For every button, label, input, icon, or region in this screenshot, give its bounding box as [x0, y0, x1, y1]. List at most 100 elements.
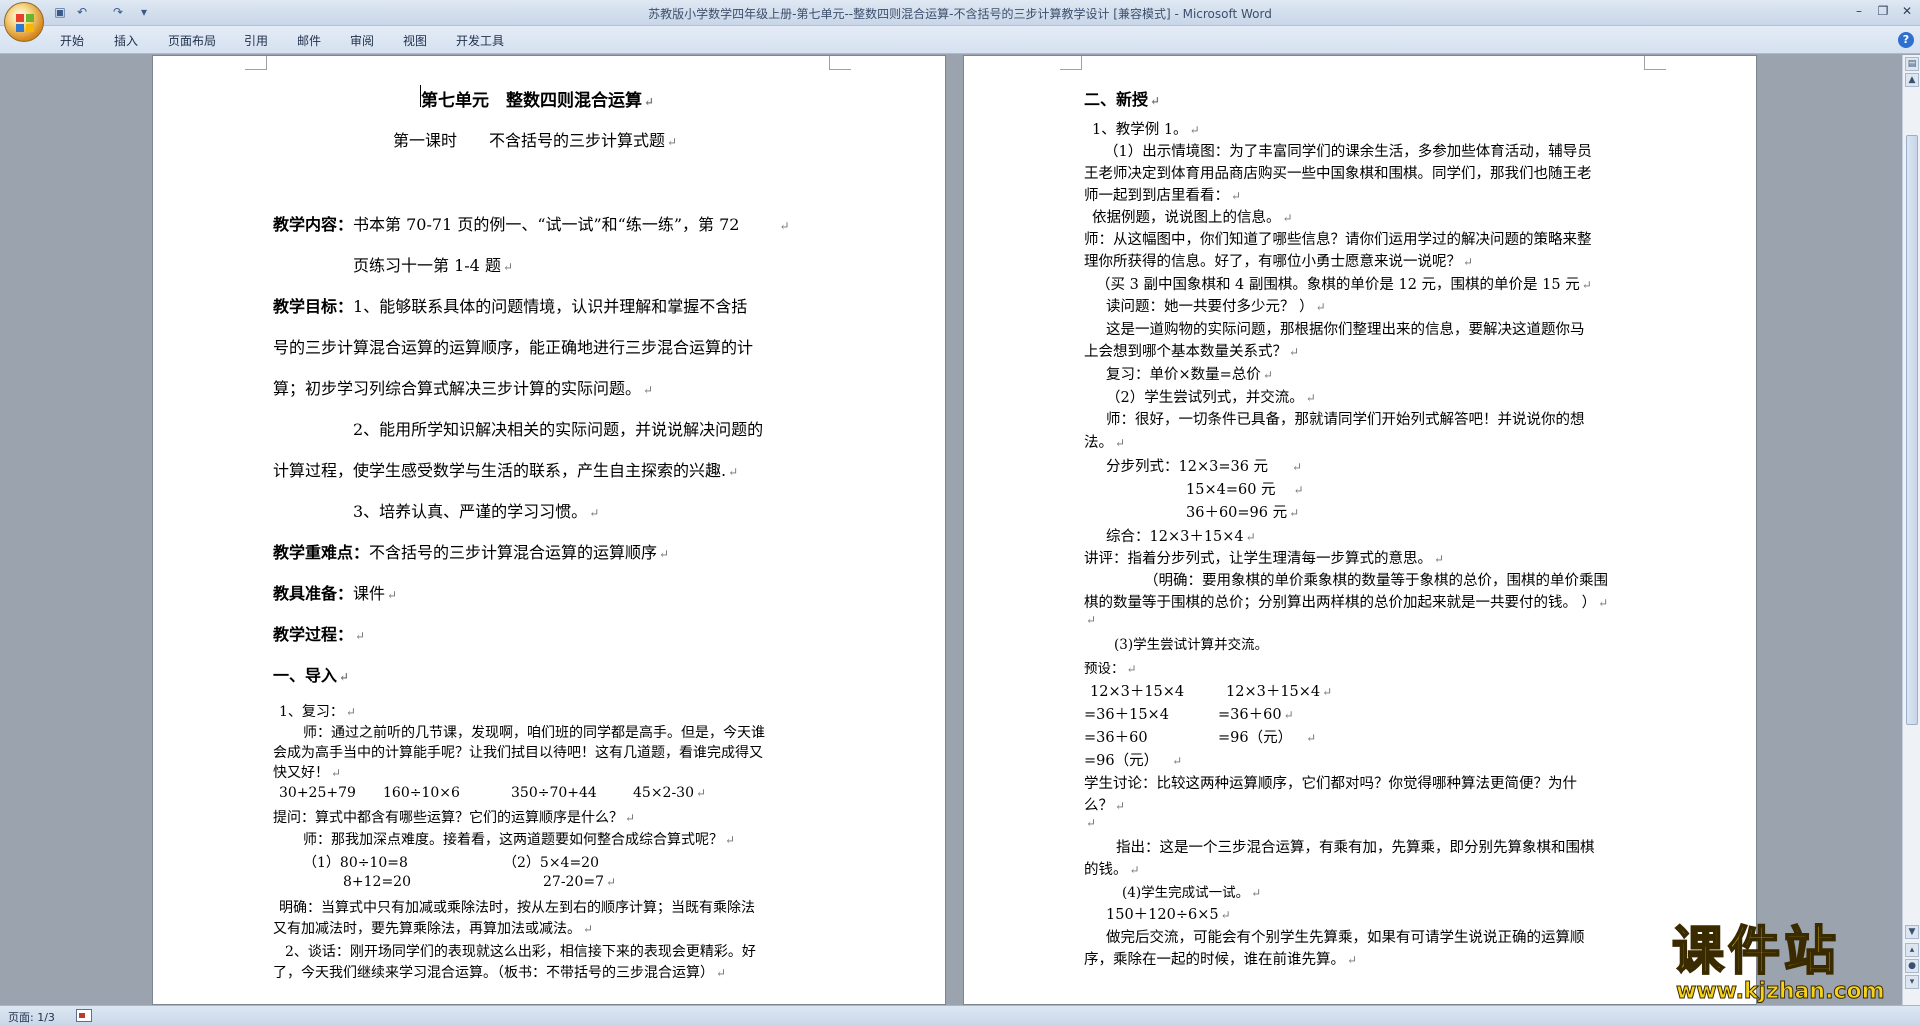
- title-bar: ▣ ↶ ↷ ▾ 苏教版小学数学四年级上册-第七单元--整数四则混合运算-不含括号…: [0, 0, 1920, 26]
- margin-corner: [1644, 56, 1666, 70]
- lesson-line: 师一起到到店里看看： ↵: [1084, 188, 1242, 204]
- document-page-2[interactable]: 二、新授 ↵ 1、教学例 1。 ↵ （1）出示情境图：为了丰富同学们的课余生活，多参…: [963, 55, 1757, 1005]
- scroll-down-icon[interactable]: ▼: [1905, 925, 1919, 939]
- teaching-goal-1b: 号的三步计算混合运算的运算顺序，能正确地进行三步混合运算的计: [273, 338, 754, 357]
- vertical-scrollbar[interactable]: ▤ ▲ ▼ ▴ ● ▾: [1902, 55, 1920, 1005]
- lesson-line: 师：很好，一切条件已具备，那就请同学们开始列式解答吧！并说说你的想: [1106, 412, 1585, 428]
- exercise-item: 45×2-30 ↵: [633, 785, 707, 801]
- lesson-line: 150＋120÷6×5 ↵: [1106, 907, 1231, 923]
- teacher-line: 师：通过之前听的几节课，发现啊，咱们班的同学都是高手。但是，今天谁: [303, 725, 765, 741]
- lesson-line: 指出：这是一个三步混合运算，有乘有加，先算乘，即分别先算象棋和围棋: [1116, 840, 1595, 856]
- close-button[interactable]: ✕: [1896, 2, 1918, 20]
- calc-step: 12×3＋15×4 ↵: [1226, 684, 1333, 700]
- teaching-goal-2b: 计算过程，使学生感受数学与生活的联系，产生自主探索的兴趣. ↵: [273, 461, 739, 480]
- example-heading: 1、教学例 1。 ↵: [1092, 122, 1200, 138]
- teaching-goal-1: 教学目标：1、能够联系具体的问题情境，认识并理解和掌握不含括: [273, 297, 748, 316]
- lesson-line: 做完后交流，可能会有个别学生先算乘，如果有可请学生说说正确的运算顺: [1106, 930, 1585, 946]
- paragraph-mark: ↵: [1086, 816, 1097, 830]
- status-bar: 页面: 1/3: [0, 1005, 1920, 1025]
- teacher-line: 快又好！ ↵: [273, 765, 342, 781]
- teacher-line: 会成为高手当中的计算能手呢？让我们拭目以待吧！这有几道题，看谁完成得又: [273, 745, 763, 761]
- lesson-line: （2）学生尝试列式，并交流。 ↵: [1106, 390, 1316, 406]
- tab-home[interactable]: 开始: [60, 32, 84, 49]
- teaching-prep: 教具准备：课件 ↵: [273, 584, 398, 603]
- margin-corner: [245, 56, 267, 70]
- window-title: 苏教版小学数学四年级上册-第七单元--整数四则混合运算-不含括号的三步计算教学设…: [648, 7, 1272, 21]
- lesson-line: 序，乘除在一起的时候，谁在前谁先算。 ↵: [1084, 952, 1358, 968]
- margin-corner: [829, 56, 851, 70]
- combo-item: 8+12=20: [343, 874, 411, 890]
- lesson-line: 上会想到哪个基本数量关系式？ ↵: [1084, 344, 1300, 360]
- exercise-item: 160÷10×6: [383, 785, 460, 801]
- lesson-line: (3)学生尝试计算并交流。: [1114, 637, 1269, 653]
- exercise-item: 30+25+79: [279, 785, 356, 801]
- help-icon[interactable]: ?: [1898, 32, 1914, 48]
- document-workspace: 第七单元 整数四则混合运算 ↵ 第一课时 不含括号的三步计算式题 ↵ 教学内容：书本…: [0, 55, 1902, 1005]
- scroll-up-icon[interactable]: ▲: [1905, 73, 1919, 87]
- clarify-line: 明确：当算式中只有加减或乘除法时，按从左到右的顺序计算；当既有乘除法: [279, 900, 755, 916]
- site-watermark: 课件站 www.kjzhan.com: [1671, 922, 1902, 1005]
- margin-corner: [1060, 56, 1082, 70]
- lesson-line: 棋的数量等于围棋的总价；分别算出两样棋的总价加起来就是一共要付的钱。 ） ↵: [1084, 595, 1609, 611]
- lesson-line: 依据例题，说说图上的信息。 ↵: [1092, 210, 1293, 226]
- tab-view[interactable]: 视图: [403, 32, 427, 49]
- calc-step: 12×3＋15×4: [1090, 684, 1185, 700]
- tab-developer[interactable]: 开发工具: [456, 32, 504, 49]
- teaching-goal-1c: 算；初步学习列综合算式解决三步计算的实际问题。 ↵: [273, 379, 654, 398]
- previous-page-icon[interactable]: ▴: [1905, 943, 1919, 957]
- combo-item: （2）5×4=20: [503, 855, 599, 871]
- browse-object-icon[interactable]: ●: [1905, 959, 1919, 973]
- step-formula: 36＋60=96 元 ↵: [1186, 505, 1300, 521]
- office-button[interactable]: [4, 2, 44, 42]
- scrollbar-thumb[interactable]: [1906, 135, 1918, 725]
- tab-mailings[interactable]: 邮件: [297, 32, 321, 49]
- combo-item: 27-20=7 ↵: [543, 874, 617, 890]
- calc-step: =96（元） ↵: [1218, 730, 1317, 746]
- lesson-line: （买 3 副中国象棋和 4 副围棋。象棋的单价是 12 元，围棋的单价是 15 …: [1096, 277, 1592, 293]
- lesson-line: （1）出示情境图：为了丰富同学们的课余生活，多参加些体育活动，辅导员: [1104, 144, 1592, 160]
- calc-step: =96（元） ↵: [1084, 753, 1183, 769]
- lesson-line: 读问题：她一共要付多少元？ ） ↵: [1106, 299, 1326, 315]
- calc-step: =36＋15×4: [1084, 707, 1169, 723]
- lesson-line: 这是一道购物的实际问题，那根据你们整理出来的信息，要解决这道题你马: [1106, 322, 1585, 338]
- combined-formula: 综合：12×3＋15×4 ↵: [1106, 529, 1256, 545]
- tab-insert[interactable]: 插入: [114, 32, 138, 49]
- preset-label: 预设： ↵: [1084, 661, 1137, 677]
- restore-button[interactable]: ❐: [1872, 2, 1894, 20]
- teacher-line: 师：那我加深点难度。接着看，这两道题要如何整合成综合算式呢？ ↵: [303, 832, 736, 848]
- paragraph-mark: ↵: [1086, 613, 1097, 627]
- lesson-line: (4)学生完成试一试。 ↵: [1122, 885, 1262, 901]
- teaching-key-point: 教学重难点：不含括号的三步计算混合运算的运算顺序 ↵: [273, 543, 670, 562]
- lesson-line: 学生讨论：比较这两种运算顺序，它们都对吗？你觉得哪种算法更简便？为什: [1084, 776, 1577, 792]
- lesson-line: 理你所获得的信息。好了，有哪位小勇士愿意来说一说呢？ ↵: [1084, 254, 1474, 270]
- minimize-button[interactable]: –: [1848, 2, 1870, 20]
- tab-review[interactable]: 审阅: [350, 32, 374, 49]
- teaching-goal-2: 2、能用所学知识解决相关的实际问题，并说说解决问题的: [353, 420, 764, 439]
- clarify-line: 又有加减法时，要先算乘除法，再算加法或减法。 ↵: [273, 921, 594, 937]
- teaching-process: 教学过程： ↵: [273, 625, 366, 644]
- teaching-content: 教学内容：书本第 70-71 页的例一、“试一试”和“练一练”，第 72 ↵: [273, 215, 790, 234]
- lesson-line: 复习：单价×数量=总价 ↵: [1106, 367, 1273, 383]
- next-page-icon[interactable]: ▾: [1905, 975, 1919, 989]
- step-formula: 15×4=60 元 ↵: [1186, 482, 1304, 498]
- tab-references[interactable]: 引用: [244, 32, 268, 49]
- lesson-line: 么？ ↵: [1084, 798, 1126, 814]
- question-line: 提问：算式中都含有哪些运算？它们的运算顺序是什么？ ↵: [273, 810, 636, 826]
- section-intro: 一、导入 ↵: [273, 666, 350, 685]
- page-title: 第七单元 整数四则混合运算 ↵: [421, 91, 655, 111]
- watermark-url: www.kjzhan.com: [1676, 979, 1886, 1005]
- lesson-line: （明确：要用象棋的单价乘象棋的数量等于象棋的总价，围棋的单价乘围: [1144, 573, 1608, 589]
- document-page-1[interactable]: 第七单元 整数四则混合运算 ↵ 第一课时 不含括号的三步计算式题 ↵ 教学内容：书本…: [152, 55, 946, 1005]
- page-count[interactable]: 页面: 1/3: [8, 1009, 55, 1025]
- section-new-lesson: 二、新授 ↵: [1084, 90, 1161, 109]
- proofing-icon[interactable]: [76, 1009, 92, 1022]
- ribbon-tabs: 开始 插入 页面布局 引用 邮件 审阅 视图 开发工具 ?: [0, 26, 1920, 54]
- combo-item: （1）80÷10=8: [303, 855, 408, 871]
- ruler-toggle-icon[interactable]: ▤: [1905, 57, 1919, 71]
- watermark-logo-text: 课件站: [1671, 922, 1841, 982]
- tab-page-layout[interactable]: 页面布局: [168, 32, 216, 49]
- calc-step: =36＋60: [1084, 730, 1148, 746]
- lesson-line: 法。 ↵: [1084, 435, 1126, 451]
- teaching-content-cont: 页练习十一第 1-4 题 ↵: [353, 256, 514, 275]
- office-logo-icon: [16, 14, 34, 32]
